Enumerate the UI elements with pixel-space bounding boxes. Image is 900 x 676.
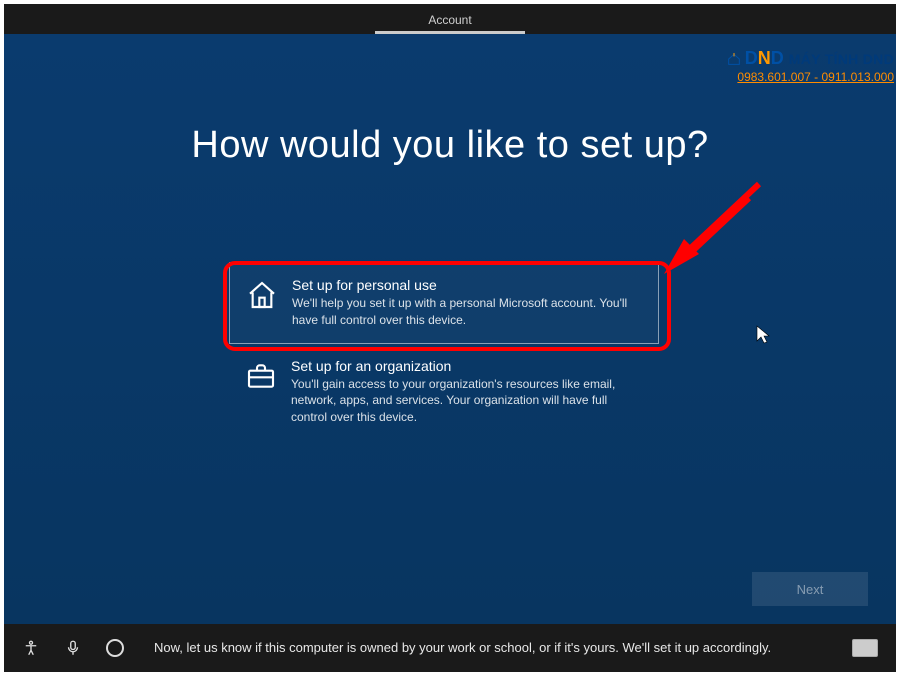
- briefcase-icon: [245, 360, 277, 392]
- option-personal-use[interactable]: Set up for personal use We'll help you s…: [229, 262, 659, 344]
- setup-top-tabs: Account: [4, 4, 896, 34]
- setup-main-panel: How would you like to set up? Set up for…: [4, 34, 896, 624]
- option-desc: You'll gain access to your organization'…: [291, 376, 643, 426]
- narration-text: Now, let us know if this computer is own…: [154, 639, 828, 657]
- annotation-arrow: [644, 174, 774, 284]
- option-organization[interactable]: Set up for an organization You'll gain a…: [229, 344, 659, 440]
- option-title: Set up for an organization: [291, 358, 643, 374]
- option-title: Set up for personal use: [292, 277, 642, 293]
- watermark: DND MÁY TÍNH DND 0983.601.007 - 0911.013…: [726, 48, 894, 84]
- home-icon: [246, 279, 278, 311]
- watermark-house-icon: [726, 51, 742, 67]
- cortana-icon[interactable]: [106, 639, 124, 657]
- option-desc: We'll help you set it up with a personal…: [292, 295, 642, 329]
- setup-options-list: Set up for personal use We'll help you s…: [229, 262, 659, 440]
- tab-account: Account: [375, 7, 525, 34]
- accessibility-icon[interactable]: [22, 639, 40, 657]
- page-title: How would you like to set up?: [4, 124, 896, 167]
- cursor-icon: [756, 325, 772, 345]
- setup-taskbar: Now, let us know if this computer is own…: [4, 624, 896, 672]
- next-button[interactable]: Next: [752, 572, 868, 606]
- keyboard-icon[interactable]: [852, 639, 878, 657]
- watermark-brand-text: MÁY TÍNH DND: [789, 51, 894, 67]
- microphone-icon[interactable]: [64, 639, 82, 657]
- watermark-phone: 0983.601.007 - 0911.013.000: [726, 70, 894, 84]
